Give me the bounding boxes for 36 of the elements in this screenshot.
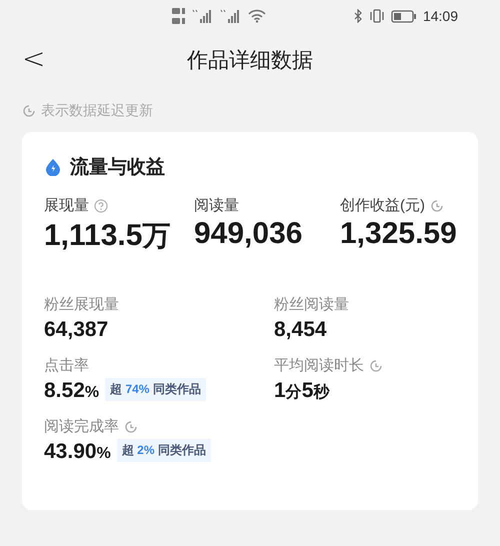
metric-label: 粉丝展现量	[44, 295, 119, 314]
metric-value: 949,036	[194, 217, 302, 251]
metric-value: 64,387	[44, 318, 108, 342]
metric-label: 创作收益(元)	[340, 196, 425, 215]
clock-icon	[22, 104, 36, 118]
delay-note: 表示数据延迟更新	[41, 102, 153, 120]
help-icon[interactable]	[94, 198, 108, 212]
metric-value: 1分5秒	[274, 379, 330, 403]
metric-label: 阅读完成率	[44, 417, 119, 436]
clock-icon	[124, 420, 138, 434]
signal-icon	[220, 9, 242, 23]
vibrate-icon	[368, 9, 385, 23]
wifi-icon	[248, 9, 266, 23]
back-button[interactable]: <	[16, 44, 52, 74]
rank-badge: 超 74% 同类作品	[105, 378, 206, 400]
drop-icon	[44, 158, 62, 176]
card-title: 流量与收益	[70, 156, 165, 180]
metric-label: 展现量	[44, 196, 89, 215]
metric-value: 8,454	[274, 318, 327, 342]
signal-icon	[192, 9, 214, 23]
status-time: 14:09	[422, 8, 458, 24]
metric-value: 1,113.5万	[44, 218, 170, 254]
page-title: 作品详细数据	[187, 48, 313, 74]
bluetooth-icon	[354, 9, 363, 23]
metric-value: 43.90%	[44, 440, 111, 464]
metric-label: 粉丝阅读量	[274, 295, 349, 314]
sim-card-icon	[172, 7, 186, 25]
rank-badge: 超 2% 同类作品	[116, 438, 211, 462]
metric-label: 阅读量	[194, 196, 239, 215]
metric-value: 1,325.59	[340, 217, 457, 251]
battery-icon	[390, 10, 417, 22]
clock-icon	[430, 198, 444, 212]
metric-label: 平均阅读时长	[274, 356, 364, 375]
metric-value: 8.52%	[44, 379, 100, 403]
clock-icon	[369, 358, 383, 372]
metric-label: 点击率	[44, 356, 89, 375]
